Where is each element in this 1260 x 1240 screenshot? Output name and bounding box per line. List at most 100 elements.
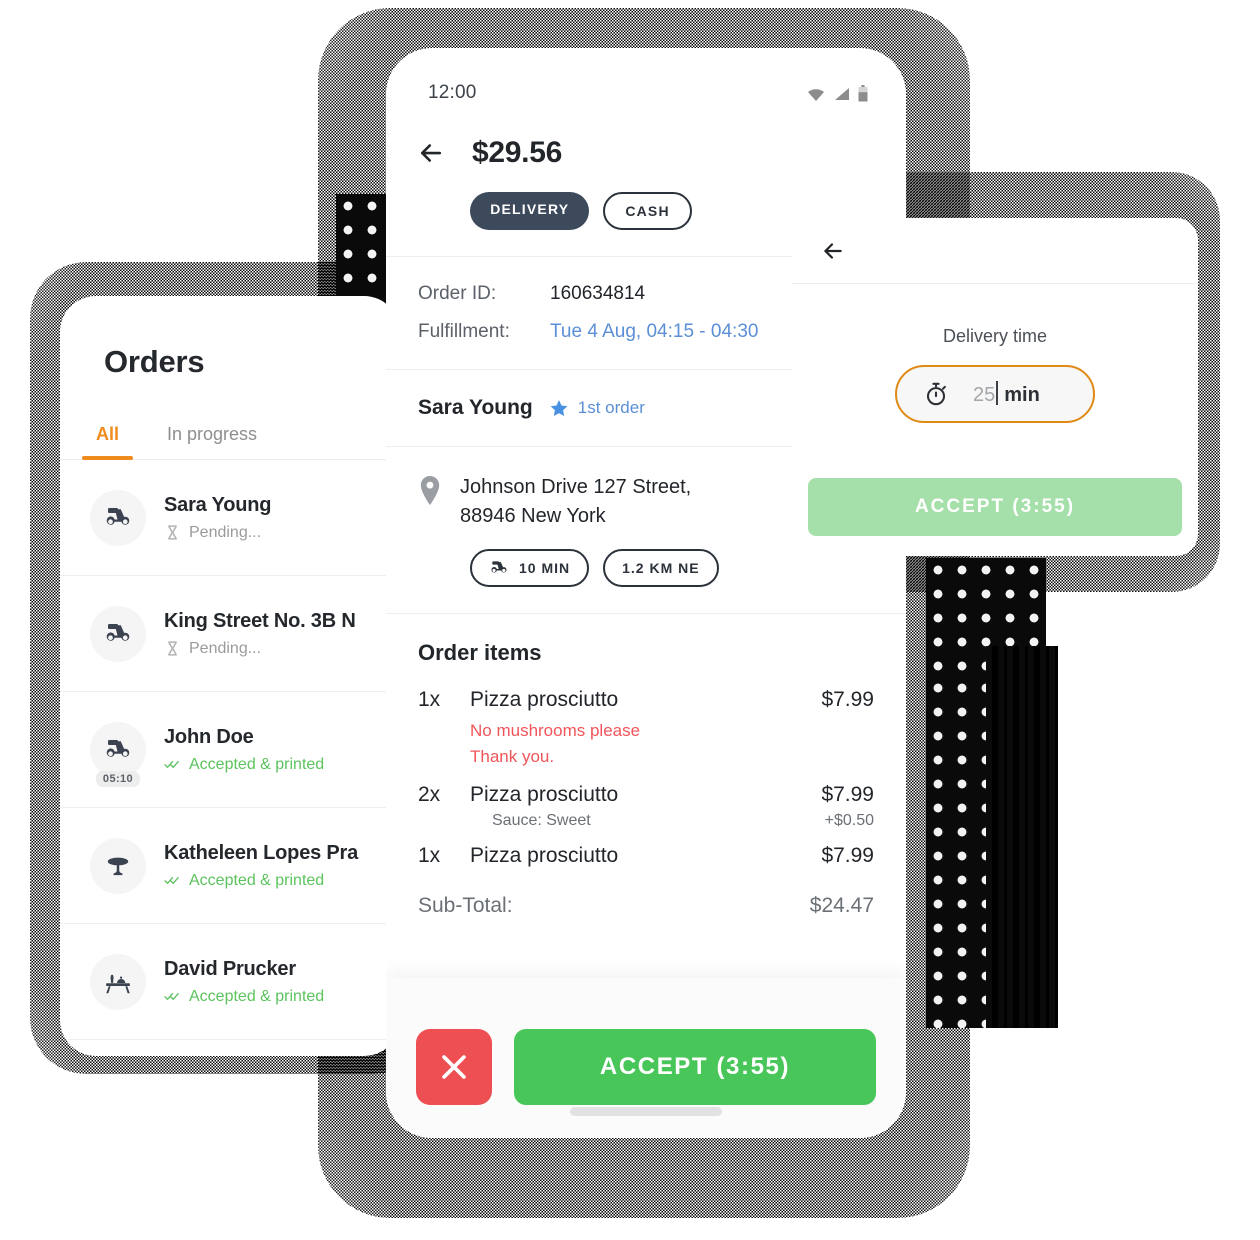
list-item-content: John Doe Accepted & printed [164, 726, 324, 774]
orders-card: Orders All In progress Sara Young Pendin… [60, 296, 400, 1056]
page-title: Orders [104, 344, 205, 379]
order-status: Accepted & printed [164, 872, 358, 890]
meta-label: Order ID: [418, 283, 497, 304]
stopwatch-icon [926, 382, 946, 406]
avatar [90, 953, 146, 1010]
tab-all[interactable]: All [81, 420, 134, 460]
order-items-section: Order items 1x Pizza prosciutto $7.99 No… [386, 613, 906, 940]
order-total-price: $29.56 [472, 136, 562, 169]
star-icon [550, 400, 568, 416]
chip-distance[interactable]: 1.2 KM NE [603, 549, 719, 587]
list-item-content: Sara Young Pending... [164, 494, 271, 542]
list-item[interactable]: King Street No. 3B N Pending... [60, 576, 400, 692]
map-pin-icon [420, 476, 440, 505]
list-item-content: King Street No. 3B N Pending... [164, 610, 356, 658]
list-item[interactable]: David Prucker Accepted & printed [60, 924, 400, 1040]
round-table-icon [107, 857, 129, 875]
order-item-qty: 1x [418, 844, 441, 867]
chip-eta-label: 10 MIN [519, 560, 571, 576]
dialog-accept-button[interactable]: ACCEPT (3:55) [808, 478, 1182, 536]
order-customer-name: David Prucker [164, 957, 296, 980]
address-line-1: Johnson Drive 127 Street, [460, 476, 692, 498]
order-status-label: Pending... [189, 523, 262, 541]
chip-delivery[interactable]: DELIVERY [470, 192, 590, 230]
order-item-note: No mushrooms please Thank you. [470, 721, 641, 766]
orders-tabs: All In progress [60, 420, 400, 460]
chip-eta[interactable]: 10 MIN [470, 549, 590, 587]
chip-distance-label: 1.2 KM NE [622, 560, 700, 576]
order-action-bar: ACCEPT (3:55) [386, 978, 906, 1138]
double-check-icon [164, 992, 179, 1001]
status-badge: 1st order [549, 398, 645, 418]
scooter-icon [491, 561, 507, 573]
order-status-label: Accepted & printed [189, 987, 325, 1005]
order-item-name: Pizza prosciutto [470, 688, 619, 711]
avatar: 05:10 [90, 721, 146, 787]
double-check-icon [164, 760, 179, 769]
order-item-option-price: +$0.50 [824, 812, 874, 829]
delivery-time-unit: min [1004, 384, 1040, 406]
accept-button[interactable]: ACCEPT (3:55) [514, 1029, 876, 1105]
status-bar-clock: 12:00 [428, 82, 477, 103]
list-item[interactable]: 05:10 John Doe Accepted & printed [60, 692, 400, 808]
order-countdown-badge: 05:10 [95, 770, 141, 787]
order-item-qty: 1x [418, 688, 441, 711]
list-item[interactable]: Sara Young Pending... [60, 460, 400, 576]
scooter-icon [106, 739, 130, 757]
order-item-row: 1x Pizza prosciutto $7.99 [418, 688, 906, 712]
avatar [90, 605, 146, 662]
order-subtotal-value: $24.47 [809, 894, 874, 917]
tab-in-progress[interactable]: In progress [167, 420, 257, 459]
meta-value: 160634814 [550, 283, 646, 304]
order-customer-name: Sara Young [164, 493, 272, 516]
order-item-qty: 2x [418, 783, 441, 806]
avatar [90, 489, 146, 546]
wifi-icon [808, 88, 824, 101]
close-icon [442, 1055, 466, 1079]
dot-pattern-right [926, 558, 1046, 678]
text-caret [996, 381, 999, 405]
customer-name: Sara Young [418, 396, 533, 419]
chip-cash[interactable]: CASH [603, 192, 692, 230]
order-item-option-name: Sauce: Sweet [492, 812, 591, 829]
order-status: Pending... [164, 640, 356, 658]
delivery-time-input[interactable]: 25 min [895, 365, 1095, 423]
status-bar-icons [806, 84, 868, 102]
customer-order-badge-label: 1st order [577, 398, 645, 417]
battery-icon [858, 84, 868, 101]
avatar [90, 837, 146, 894]
list-item[interactable]: Katheleen Lopes Pra Accepted & printed [60, 808, 400, 924]
order-item-name: Pizza prosciutto [470, 844, 619, 867]
list-item-content: David Prucker Accepted & printed [164, 958, 324, 1006]
order-item-name: Pizza prosciutto [470, 783, 619, 806]
reject-button[interactable] [416, 1029, 492, 1105]
order-status: Pending... [164, 524, 271, 542]
order-status-label: Pending... [189, 639, 262, 657]
order-item-option: Sauce: Sweet +$0.50 [418, 812, 906, 830]
phone-order-detail-screen: 12:00 $29.56 DELIVERY CASH Order ID: 160… [386, 48, 906, 1138]
back-arrow-icon[interactable] [820, 238, 846, 264]
delivery-time-value-wrap: 25 min [973, 381, 1040, 407]
list-item-content: Katheleen Lopes Pra Accepted & printed [164, 842, 358, 890]
signal-icon [835, 87, 849, 100]
order-status: Accepted & printed [164, 756, 324, 774]
dot-pattern-lower [926, 676, 994, 1028]
order-item-price: $7.99 [821, 844, 874, 867]
order-type-chips: DELIVERY CASH [386, 170, 776, 256]
delivery-time-label: Delivery time [942, 326, 1048, 346]
order-items-title: Order items [418, 640, 542, 665]
order-status: Accepted & printed [164, 988, 324, 1006]
bar-pattern-right [986, 646, 1058, 1028]
hourglass-icon [168, 525, 177, 540]
delivery-time-value: 25 [973, 384, 996, 406]
order-item-price: $7.99 [821, 783, 874, 806]
order-status-label: Accepted & printed [189, 871, 325, 889]
composition-canvas: Orders All In progress Sara Young Pendin… [0, 0, 1260, 1240]
status-bar: 12:00 [386, 48, 906, 104]
order-status-label: Accepted & printed [189, 755, 325, 773]
order-customer-name: John Doe [164, 725, 254, 748]
back-arrow-icon[interactable] [416, 138, 446, 168]
home-indicator [570, 1107, 722, 1116]
meta-value[interactable]: Tue 4 Aug, 04:15 - 04:30 [550, 321, 758, 343]
order-customer-name: King Street No. 3B N [164, 609, 356, 632]
